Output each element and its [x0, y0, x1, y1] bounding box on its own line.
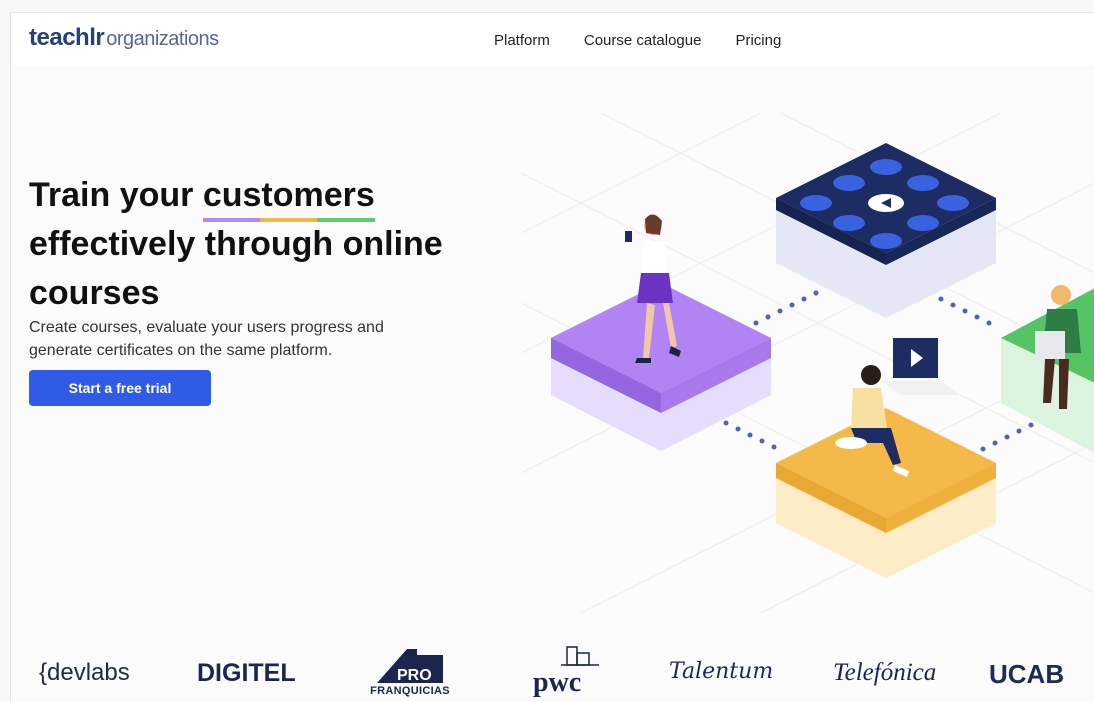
logo-suffix: organizations [106, 28, 219, 50]
headline-highlight: customers [202, 171, 375, 222]
hero-subtitle: Create courses, evaluate your users prog… [29, 319, 384, 359]
pwc-text: pwc [533, 667, 582, 698]
hero-headline: Train your customers effectively through… [29, 171, 519, 318]
ucab-logo: UCAB [989, 659, 1065, 689]
telefonica-logo: Telefónica [833, 659, 937, 686]
highlight-underline [202, 218, 375, 222]
underline-segment-green [317, 218, 375, 222]
start-free-trial-button[interactable]: Start a free trial [29, 370, 211, 406]
top-navbar: teachlr organizations Platform Course cat… [11, 13, 1094, 65]
pro-mark-text: PRO [397, 667, 432, 684]
pro-franquicias-logo: PRO FRANQUICIAS [355, 645, 465, 699]
underline-segment-orange [260, 218, 318, 222]
nav-pricing[interactable]: Pricing [735, 32, 781, 49]
purple-platform [551, 283, 771, 451]
pwc-building-icon [561, 646, 599, 666]
nav-platform[interactable]: Platform [494, 32, 550, 49]
headline-line2: effectively through online [29, 225, 443, 263]
pro-franquicias-text: FRANQUICIAS [370, 685, 450, 697]
headline-line3: courses [29, 274, 160, 312]
nav-course-catalogue[interactable]: Course catalogue [584, 32, 702, 49]
teachlr-logo[interactable]: teachlr organizations [29, 24, 219, 52]
logo-main: teachlr [29, 24, 105, 51]
hero-illustration [521, 113, 1094, 613]
client-logos-strip: {devlabs DIGITEL PRO FRANQUICIAS pwc Tal… [11, 619, 1094, 702]
pwc-logo: pwc [529, 645, 609, 699]
digitel-logo: DIGITEL [197, 659, 296, 687]
navy-control-platform [776, 143, 996, 318]
devlabs-logo: {devlabs [39, 659, 130, 686]
talentum-logo: Talentum [669, 659, 774, 684]
headline-highlight-text: customers [202, 176, 375, 214]
underline-segment-purple [202, 218, 261, 222]
main-nav: Platform Course catalogue Pricing [494, 32, 781, 49]
page-frame: teachlr organizations Platform Course cat… [10, 12, 1094, 702]
headline-line1-prefix: Train your [29, 176, 203, 214]
pro-mark-icon: PRO [377, 649, 443, 684]
